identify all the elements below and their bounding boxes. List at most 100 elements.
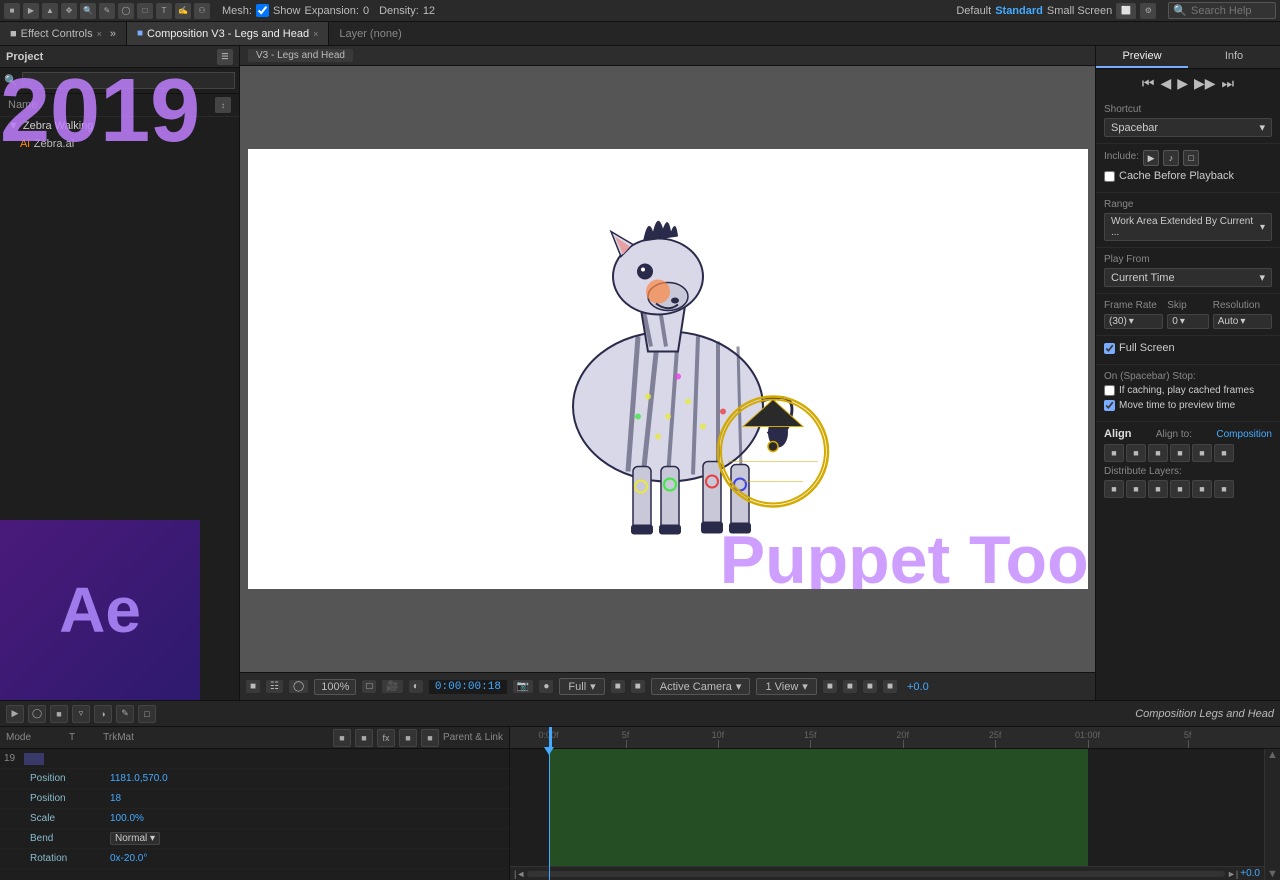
skip-last-btn[interactable]: ⏭ xyxy=(1222,75,1235,92)
play-from-dropdown[interactable]: Current Time ▾ xyxy=(1104,268,1272,287)
tool-btn-4[interactable]: ✥ xyxy=(61,3,77,19)
vp-btn-fit[interactable]: □ xyxy=(362,680,376,693)
tab-close-effect[interactable]: × xyxy=(97,29,102,39)
vp-btn-b[interactable]: ■ xyxy=(611,680,625,693)
time-ruler: 0:00f 5f 10f 15f 20f 25f 01:00f 5f xyxy=(510,727,1280,880)
vp-btn-f[interactable]: ■ xyxy=(863,680,877,693)
layer-none: Layer (none) xyxy=(329,22,411,45)
tab-close-comp[interactable]: × xyxy=(313,29,318,39)
tl-hdr-btn-2[interactable]: ■ xyxy=(355,729,373,747)
tl-hdr-btn-1[interactable]: ■ xyxy=(333,729,351,747)
video-include-icon[interactable]: ▶ xyxy=(1143,150,1159,166)
tool-btn-3[interactable]: ▲ xyxy=(42,3,58,19)
range-label: Range xyxy=(1104,199,1272,210)
tool-btn-10[interactable]: ✍ xyxy=(175,3,191,19)
range-dropdown[interactable]: Work Area Extended By Current ... ▾ xyxy=(1104,213,1272,241)
vp-btn-grid[interactable]: ☷ xyxy=(266,680,283,693)
cache-label: Cache Before Playback xyxy=(1119,170,1234,182)
align-right-btn[interactable]: ■ xyxy=(1148,444,1168,462)
dist-bottom-btn[interactable]: ■ xyxy=(1214,480,1234,498)
align-top-btn[interactable]: ■ xyxy=(1170,444,1190,462)
scroll-up[interactable]: ▲ xyxy=(1267,749,1278,761)
play-btn[interactable]: ▶ xyxy=(1177,75,1188,92)
vp-btn-screenshot[interactable]: 📷 xyxy=(513,680,533,693)
tl-hdr-btn-5[interactable]: ■ xyxy=(421,729,439,747)
list-item-zebra-walking[interactable]: ▼ Zebra Walking xyxy=(0,117,239,135)
panel-menu-icon[interactable]: ☰ xyxy=(217,49,233,65)
layer-dropdown-bend[interactable]: Normal ▾ xyxy=(110,832,160,845)
fullscreen-checkbox[interactable] xyxy=(1104,343,1115,354)
zoom-display[interactable]: 100% xyxy=(314,679,356,695)
align-center-v-btn[interactable]: ■ xyxy=(1192,444,1212,462)
tool-btn-11[interactable]: ⚇ xyxy=(194,3,210,19)
align-bottom-btn[interactable]: ■ xyxy=(1214,444,1234,462)
vp-btn-g[interactable]: ■ xyxy=(883,680,897,693)
tab-info[interactable]: Info xyxy=(1188,46,1280,68)
table-row: Position 18 xyxy=(0,789,509,809)
table-row[interactable]: 19 xyxy=(0,749,509,769)
skip-first-btn[interactable]: ⏮ xyxy=(1142,75,1155,92)
skip-dropdown[interactable]: 0▾ xyxy=(1167,314,1208,329)
tool-btn-2[interactable]: ▶ xyxy=(23,3,39,19)
vp-btn-c[interactable]: ■ xyxy=(631,680,645,693)
next-frame-btn[interactable]: ▶▶ xyxy=(1194,75,1216,92)
dist-left-btn[interactable]: ■ xyxy=(1104,480,1124,498)
dist-top-btn[interactable]: ■ xyxy=(1170,480,1190,498)
views-dropdown[interactable]: 1 View▾ xyxy=(756,678,816,695)
overflow-include-icon[interactable]: □ xyxy=(1183,150,1199,166)
vp-btn-color[interactable]: ● xyxy=(539,680,553,693)
audio-include-icon[interactable]: ♪ xyxy=(1163,150,1179,166)
tab-composition[interactable]: ■ Composition V3 - Legs and Head × xyxy=(127,22,329,45)
vp-btn-snap[interactable]: ■ xyxy=(246,680,260,693)
project-search-input[interactable] xyxy=(22,72,235,89)
tool-btn-6[interactable]: ✎ xyxy=(99,3,115,19)
mesh-show-checkbox[interactable] xyxy=(256,4,269,17)
search-input[interactable] xyxy=(1191,5,1271,17)
view-standard[interactable]: Standard xyxy=(995,5,1043,17)
viewport-bottom: ■ ☷ ◯ 100% □ 🎥 ◐ 0:00:00:18 📷 ● Full▾ ■ … xyxy=(240,672,1095,700)
vp-btn-cam[interactable]: 🎥 xyxy=(382,680,402,693)
timeline-scrollbar[interactable]: ▲ ▼ xyxy=(1264,749,1280,880)
camera-dropdown[interactable]: Active Camera▾ xyxy=(651,678,751,695)
cached-frames-checkbox[interactable] xyxy=(1104,385,1115,396)
dist-right-btn[interactable]: ■ xyxy=(1148,480,1168,498)
align-left-btn[interactable]: ■ xyxy=(1104,444,1124,462)
vp-btn-mask[interactable]: ◯ xyxy=(289,680,308,693)
tool-btn-1[interactable]: ■ xyxy=(4,3,20,19)
file-sort-icon[interactable]: ↕ xyxy=(215,97,231,113)
tool-btn-8[interactable]: □ xyxy=(137,3,153,19)
playhead[interactable] xyxy=(549,749,550,880)
tl-hdr-btn-3[interactable]: fx xyxy=(377,729,395,747)
cache-checkbox[interactable] xyxy=(1104,171,1115,182)
framerate-dropdown[interactable]: (30)▾ xyxy=(1104,314,1163,329)
quality-dropdown[interactable]: Full▾ xyxy=(559,678,604,695)
tl-end-icon[interactable]: |◄ xyxy=(514,869,525,879)
move-time-checkbox[interactable] xyxy=(1104,400,1115,411)
tab-project[interactable]: ■ Effect Controls × » xyxy=(0,22,127,45)
prev-frame-btn[interactable]: ◀ xyxy=(1160,75,1171,92)
dist-center-v-btn[interactable]: ■ xyxy=(1192,480,1212,498)
tool-btn-9[interactable]: T xyxy=(156,3,172,19)
vp-btn-3d[interactable]: ◐ xyxy=(409,680,423,693)
tool-btn-7[interactable]: ◯ xyxy=(118,3,134,19)
tl-hdr-btn-4[interactable]: ■ xyxy=(399,729,417,747)
canvas-area[interactable]: Puppet Tool xyxy=(240,66,1095,672)
expand-icon[interactable]: ⬜ xyxy=(1116,3,1136,19)
resolution-dropdown[interactable]: Auto▾ xyxy=(1213,314,1272,329)
align-center-h-btn[interactable]: ■ xyxy=(1126,444,1146,462)
tab-bar: ■ Effect Controls × » ■ Composition V3 -… xyxy=(0,22,1280,46)
tl-start-icon[interactable]: ►| xyxy=(1227,869,1238,879)
shortcut-dropdown[interactable]: Spacebar ▾ xyxy=(1104,118,1272,137)
vp-btn-e[interactable]: ■ xyxy=(843,680,857,693)
settings-icon[interactable]: ⚙ xyxy=(1140,3,1156,19)
tool-btn-5[interactable]: 🔍 xyxy=(80,3,96,19)
view-small[interactable]: Small Screen xyxy=(1047,5,1112,17)
dist-center-h-btn[interactable]: ■ xyxy=(1126,480,1146,498)
timeline-scrollbar-h[interactable] xyxy=(527,871,1225,877)
list-item-zebra-ai[interactable]: Ai Zebra.ai xyxy=(0,135,239,153)
view-default[interactable]: Default xyxy=(956,5,991,17)
scroll-down[interactable]: ▼ xyxy=(1267,868,1278,880)
ellipsis-icon[interactable]: » xyxy=(110,28,116,40)
vp-btn-d[interactable]: ■ xyxy=(823,680,837,693)
tab-preview[interactable]: Preview xyxy=(1096,46,1188,68)
